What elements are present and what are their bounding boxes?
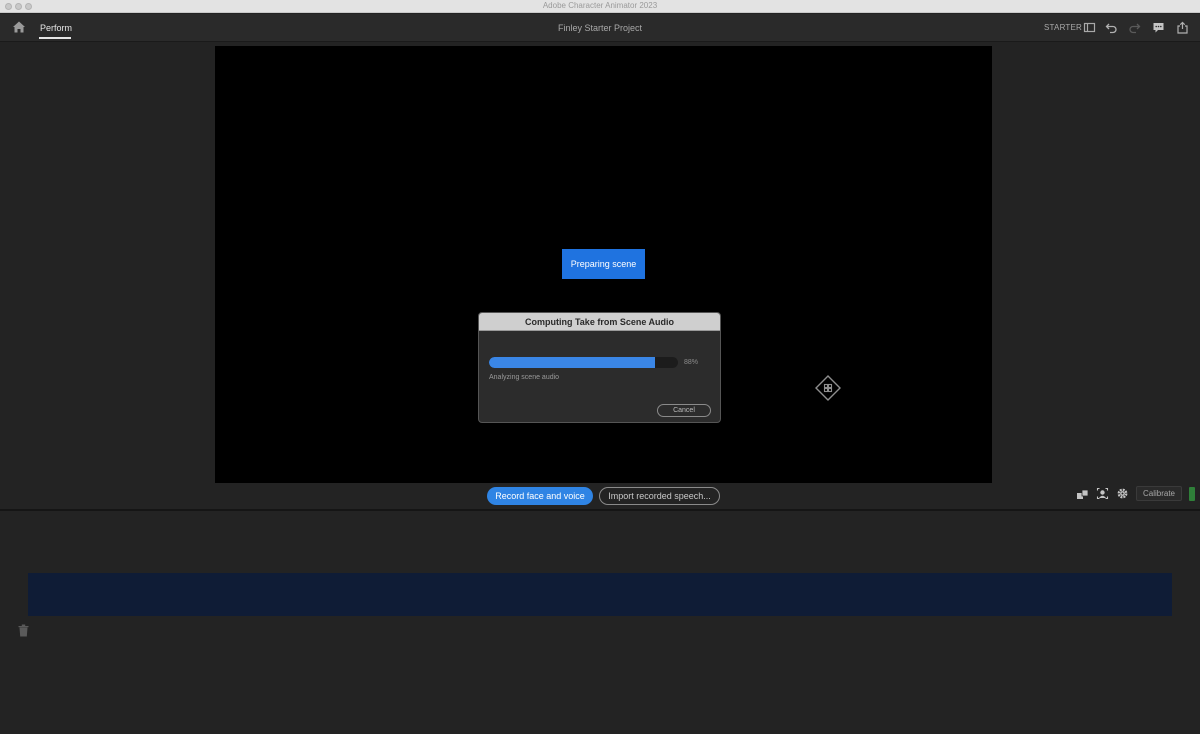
face-tracking-icon[interactable] xyxy=(1096,487,1109,500)
arrange-icon[interactable] xyxy=(1076,487,1089,500)
share-icon[interactable] xyxy=(1176,21,1189,34)
mode-label[interactable]: STARTER xyxy=(1044,23,1082,32)
trash-icon[interactable] xyxy=(18,624,29,637)
project-title: Finley Starter Project xyxy=(557,23,643,33)
gear-icon[interactable] xyxy=(1116,487,1129,500)
takes-timeline xyxy=(0,511,1200,734)
import-recorded-speech-button[interactable]: Import recorded speech... xyxy=(599,487,720,505)
redo-icon[interactable] xyxy=(1128,21,1141,34)
dialog-title: Computing Take from Scene Audio xyxy=(479,313,720,331)
window-title: Adobe Character Animator 2023 xyxy=(542,1,658,10)
window-title-bar: Adobe Character Animator 2023 xyxy=(0,0,1200,13)
progress-bar-fill xyxy=(489,357,656,368)
calibrate-button[interactable]: Calibrate xyxy=(1136,486,1182,501)
preparing-scene-chip: Preparing scene xyxy=(562,249,645,279)
progress-percent: 88% xyxy=(684,359,699,366)
active-tab-indicator xyxy=(39,37,71,39)
record-face-and-voice-button[interactable]: Record face and voice xyxy=(487,487,593,505)
undo-icon[interactable] xyxy=(1105,21,1118,34)
progress-bar xyxy=(489,357,678,368)
take-track[interactable] xyxy=(28,573,1172,616)
comment-icon[interactable] xyxy=(1152,21,1165,34)
app-header: Perform Finley Starter Project STARTER xyxy=(0,14,1200,42)
computing-take-dialog: Computing Take from Scene Audio 88% Anal… xyxy=(478,312,721,423)
move-handle-icon[interactable] xyxy=(815,375,841,401)
cancel-button[interactable]: Cancel xyxy=(657,404,711,417)
layout-icon[interactable] xyxy=(1083,21,1096,34)
audio-level-meter xyxy=(1189,487,1195,501)
progress-status-text: Analyzing scene audio xyxy=(489,374,560,381)
